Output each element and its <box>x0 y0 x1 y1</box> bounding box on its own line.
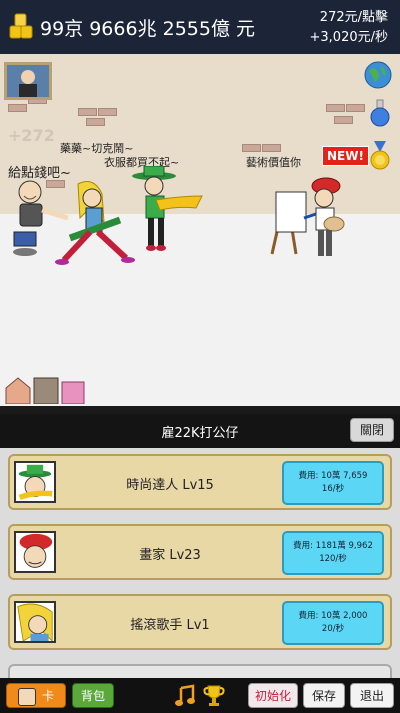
hire-cost: 費用: 10萬 2,000 <box>298 611 368 621</box>
money-total: 99京 9666兆 2555億 元 <box>40 18 256 40</box>
earned-float-text: +272 <box>8 126 55 145</box>
buildings-icon[interactable] <box>4 376 86 404</box>
wall-brick <box>86 118 105 126</box>
hire-card-next <box>8 664 392 678</box>
hire-button[interactable]: 費用: 10萬 7,659 16/秒 <box>282 461 384 505</box>
wall-painting <box>4 62 52 100</box>
rocker-portrait-icon <box>14 601 56 643</box>
bottom-bar: 卡 背包 初始化 保存 退出 <box>0 678 400 713</box>
new-badge: NEW! <box>322 146 369 166</box>
wall-brick <box>326 104 345 112</box>
potion-icon[interactable] <box>365 98 395 128</box>
card-button[interactable]: 卡 <box>6 683 66 708</box>
painter-character[interactable] <box>266 174 346 264</box>
street-scene[interactable]: +272 給點錢吧~ 藥藥~切克鬧~ 衣服都買不起~ 藝術價值你 NEW! <box>0 54 400 406</box>
player-avatar <box>17 687 36 706</box>
portrait-painting-icon <box>7 65 49 97</box>
painter-speech: 藝術價值你 <box>246 156 301 169</box>
hire-panel-header: 雇22K打公仔 關閉 <box>0 414 400 448</box>
backpack-button[interactable]: 背包 <box>72 683 114 708</box>
card-label: 卡 <box>41 689 54 703</box>
hire-list[interactable]: 時尚達人 Lv15 費用: 10萬 7,659 16/秒 畫家 Lv23 費用:… <box>0 448 400 678</box>
wall-brick <box>346 104 365 112</box>
hire-card-name: 畫家 Lv23 <box>139 548 201 563</box>
wall-brick <box>98 108 117 116</box>
wall-brick <box>78 108 97 116</box>
medal-icon[interactable] <box>365 140 395 170</box>
hire-card-painter: 畫家 Lv23 費用: 1181萬 9,962 120/秒 <box>8 524 392 580</box>
hire-card-fashion: 時尚達人 Lv15 費用: 10萬 7,659 16/秒 <box>8 454 392 510</box>
trophy-icon[interactable] <box>202 684 226 708</box>
wall-brick <box>242 144 261 152</box>
hire-cost: 費用: 1181萬 9,962 <box>293 541 373 551</box>
save-button[interactable]: 保存 <box>303 683 345 708</box>
hire-card-name: 時尚達人 Lv15 <box>126 478 214 493</box>
hire-rate: 120/秒 <box>319 554 347 564</box>
fashion-portrait-icon <box>14 461 56 503</box>
painter-portrait-icon <box>14 531 56 573</box>
hire-rate: 16/秒 <box>321 484 345 494</box>
globe-icon[interactable] <box>363 60 393 90</box>
exit-button[interactable]: 退出 <box>350 683 394 708</box>
hire-rate: 20/秒 <box>321 624 345 634</box>
fashion-character[interactable] <box>126 166 206 256</box>
hire-card-name: 搖滾歌手 Lv1 <box>130 618 210 633</box>
hire-cost: 費用: 10萬 7,659 <box>298 471 368 481</box>
wall-brick <box>262 144 281 152</box>
hire-button[interactable]: 費用: 10萬 2,000 20/秒 <box>282 601 384 645</box>
wall-brick <box>8 104 27 112</box>
coin-stack-icon <box>9 13 33 39</box>
game-screen: 99京 9666兆 2555億 元 272元/點擊 +3,020元/秒 +272… <box>0 0 400 713</box>
hire-panel-title: 雇22K打公仔 <box>161 426 239 441</box>
hire-card-rocker: 搖滾歌手 Lv1 費用: 10萬 2,000 20/秒 <box>8 594 392 650</box>
close-button[interactable]: 關閉 <box>350 418 394 442</box>
hire-button[interactable]: 費用: 1181萬 9,962 120/秒 <box>282 531 384 575</box>
music-icon[interactable] <box>174 684 196 708</box>
per-click-income: 272元/點擊 <box>319 10 388 25</box>
top-bar: 99京 9666兆 2555億 元 272元/點擊 +3,020元/秒 <box>0 0 400 54</box>
wall-brick <box>334 116 353 124</box>
reset-button[interactable]: 初始化 <box>248 683 298 708</box>
per-second-income: +3,020元/秒 <box>309 30 389 45</box>
income-rates: 272元/點擊 +3,020元/秒 <box>310 8 389 48</box>
